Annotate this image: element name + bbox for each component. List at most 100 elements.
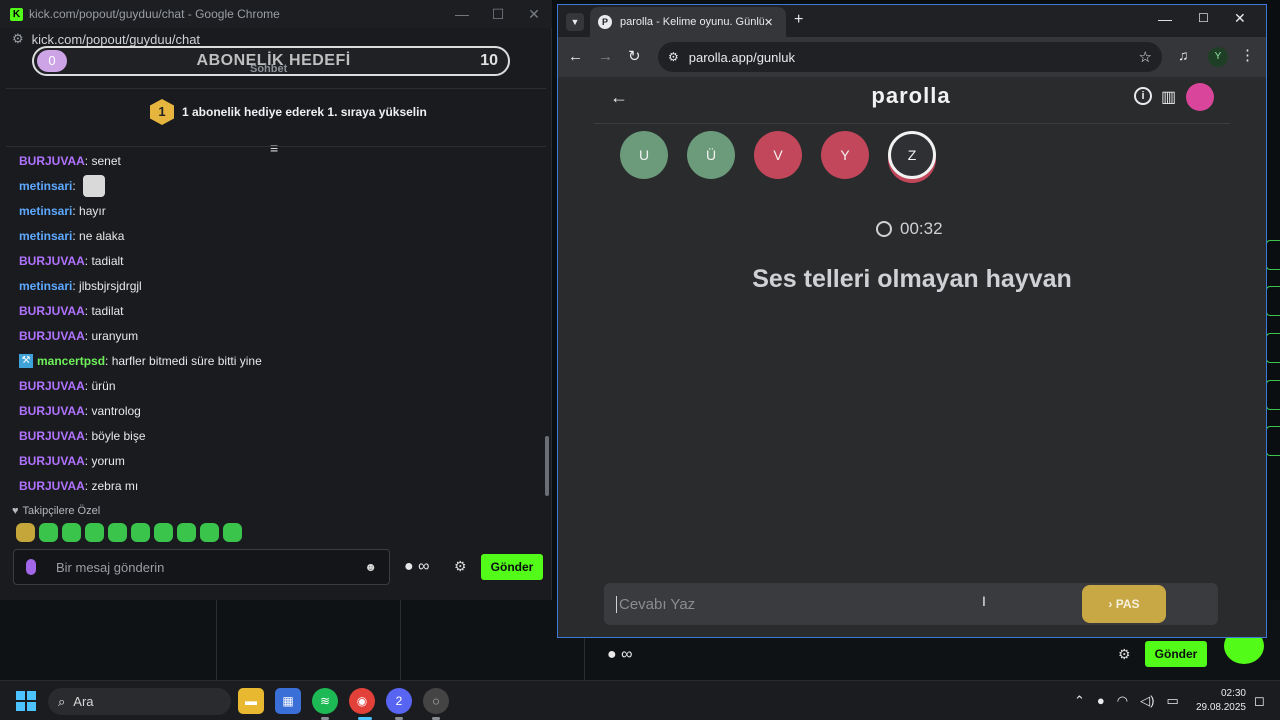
emoji-picker-icon[interactable]: ☻ [364,560,377,574]
question-text: Ses telleri olmayan hayvan [752,265,1072,293]
emote-button[interactable] [131,523,150,542]
tab-strip: ▼ P parolla - Kelime oyunu. Günlük ✕ + —… [558,5,1266,37]
reload-icon[interactable]: ↻ [628,47,641,65]
pass-button[interactable]: › PAS [1082,585,1166,623]
chat-message: BURJUVAA: vantrolog [19,398,539,423]
media-controls-icon[interactable]: ♫ [1178,47,1189,63]
chat-message-input[interactable]: Bir mesaj gönderin ☻ [13,549,390,585]
minimize-icon[interactable]: — [1158,11,1172,27]
chat-message-text: jlbsbjrsjdrgjl [79,278,142,293]
followers-only-label: ♥ Takipçilere Özel [12,505,100,517]
close-icon[interactable]: ✕ [1234,10,1246,27]
site-settings-icon[interactable]: ⚙ [12,31,24,47]
maximize-icon[interactable]: ☐ [1198,11,1209,25]
chat-username[interactable]: metinsari [19,204,72,218]
close-icon[interactable]: ✕ [516,6,552,23]
wifi-icon[interactable]: ◠ [1117,693,1128,709]
profile-avatar[interactable]: Y [1208,47,1228,67]
send-button[interactable]: Gönder [481,554,543,580]
background-gear-icon[interactable]: ⚙ [1118,646,1131,663]
file-explorer-icon[interactable]: ▬ [238,688,264,714]
chat-username[interactable]: BURJUVAA [19,254,85,268]
emote-button[interactable] [108,523,127,542]
letter-circle: Ü [687,131,735,179]
emote-button[interactable] [200,523,219,542]
microsoft-store-icon[interactable]: ▦ [275,688,301,714]
chat-username[interactable]: BURJUVAA [19,429,85,443]
chat-input-placeholder: Bir mesaj gönderin [56,559,165,575]
chat-separator: : [84,478,92,493]
discord-icon[interactable]: 2 [386,688,412,714]
chevron-up-icon[interactable]: ⌃ [1074,693,1085,709]
chat-message-text: tadilat [91,303,124,318]
stats-chart-icon[interactable]: ▥ [1161,87,1176,107]
chat-separator: : [84,428,92,443]
letter-circle: U [620,131,668,179]
emote-button[interactable] [223,523,242,542]
chat-settings-gear-icon[interactable]: ⚙ [454,558,467,575]
chat-username[interactable]: BURJUVAA [19,404,85,418]
clock-date: 29.08.2025 [1195,702,1246,713]
chat-username[interactable]: metinsari [19,179,72,193]
parolla-favicon-icon: P [598,15,612,29]
chat-username[interactable]: metinsari [19,229,72,243]
chat-message-text: harfler bitmedi süre bitti yine [111,353,262,368]
start-windows-icon[interactable] [16,691,36,711]
site-settings-icon[interactable]: ⚙ [668,50,679,64]
chat-tab-label[interactable]: Sohbet [250,63,287,75]
back-arrow-icon[interactable]: ← [610,87,628,108]
chrome-icon[interactable]: ◉ [349,688,375,714]
background-edge-tab [1266,426,1280,456]
notifications-icon[interactable]: ◻ [1254,693,1265,709]
chat-username[interactable]: BURJUVAA [19,479,85,493]
chat-username[interactable]: BURJUVAA [19,304,85,318]
chat-scrollbar[interactable] [545,436,549,496]
chat-username[interactable]: BURJUVAA [19,454,85,468]
maximize-icon[interactable]: ☐ [480,6,516,23]
spotify-icon[interactable]: ≋ [312,688,338,714]
user-avatar[interactable] [1186,83,1214,111]
chat-username[interactable]: BURJUVAA [19,154,85,168]
chat-username[interactable]: mancertpsd [37,354,105,368]
forward-arrow-icon[interactable]: → [598,48,613,65]
emote-button[interactable] [154,523,173,542]
background-edge-tab [1266,333,1280,363]
system-clock[interactable]: 02:30 29.08.2025 [1190,687,1246,715]
microphone-icon[interactable] [26,559,36,575]
chat-username[interactable]: BURJUVAA [19,329,85,343]
background-edge-tab [1266,240,1280,270]
address-bar[interactable]: ⚙ parolla.app/gunluk ☆ [658,42,1162,72]
background-send-button[interactable]: Gönder [1145,641,1207,667]
emote-button[interactable] [177,523,196,542]
emote-button[interactable] [62,523,81,542]
volume-icon[interactable]: ◁) [1140,693,1154,709]
bookmark-star-icon[interactable]: ☆ [1139,48,1152,66]
new-tab-icon[interactable]: + [794,11,803,29]
letter-circle: Z [888,131,936,179]
background-emote-menu-icon[interactable]: ● ∞ [607,646,633,664]
taskbar-search[interactable]: ⌕ Ara [48,688,231,715]
back-arrow-icon[interactable]: ← [568,48,583,65]
emote-menu-icon[interactable]: ● ∞ [404,558,430,576]
chat-username[interactable]: BURJUVAA [19,379,85,393]
chat-username[interactable]: metinsari [19,279,72,293]
minimize-icon[interactable]: — [444,6,480,22]
gift-leaderboard-prompt[interactable]: 1 1 abonelik hediye ederek 1. sıraya yük… [150,99,427,125]
emote-button[interactable] [16,523,35,542]
tab-search-icon[interactable]: ▼ [566,13,584,31]
chat-message: metinsari: ne alaka [19,223,539,248]
tab-parolla[interactable]: P parolla - Kelime oyunu. Günlük ✕ [590,7,786,37]
battery-icon[interactable]: ▭ [1166,693,1178,709]
background-edge-tab [1266,380,1280,410]
app-icon[interactable]: ◌ [423,688,449,714]
info-icon[interactable]: i [1134,87,1152,105]
chat-message: ⚒ mancertpsd: harfler bitmedi süre bitti … [19,348,539,373]
emote-button[interactable] [39,523,58,542]
microphone-icon[interactable]: ● [1097,693,1105,709]
kebab-menu-icon[interactable]: ⋮ [1240,46,1255,64]
chat-message: BURJUVAA: tadialt [19,248,539,273]
site-title[interactable]: parolla [798,83,1024,109]
chat-message-text: ne alaka [79,228,125,243]
tab-close-icon[interactable]: ✕ [764,16,773,29]
emote-button[interactable] [85,523,104,542]
